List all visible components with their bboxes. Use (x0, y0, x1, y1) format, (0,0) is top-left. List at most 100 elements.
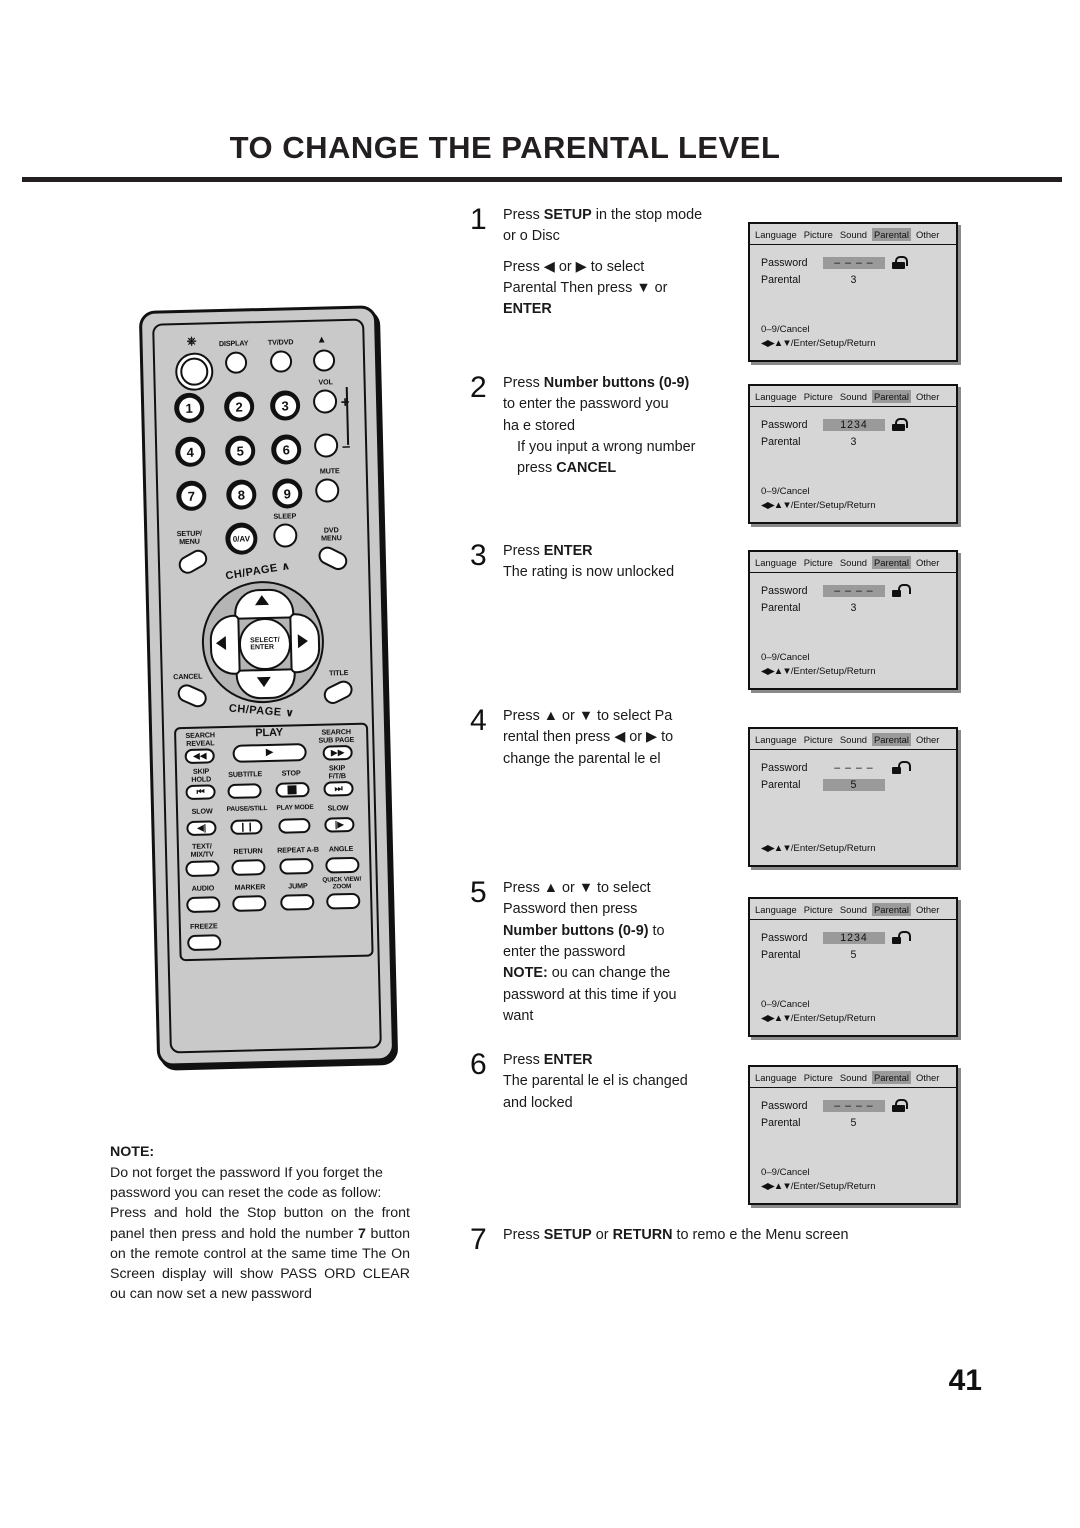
osd-tab-sound[interactable]: Sound (838, 556, 869, 569)
osd-tab-parental[interactable]: Parental (872, 902, 911, 916)
dvd-menu-button[interactable] (315, 543, 351, 574)
number-button-3[interactable]: 3 (269, 390, 301, 421)
slow-forward-icon: |▶ (334, 819, 345, 830)
repeat-ab-button[interactable] (279, 857, 314, 875)
osd-parental-value[interactable]: 3 (823, 602, 885, 614)
freeze-button[interactable] (187, 934, 222, 952)
zero-av-button[interactable]: 0/AV (225, 522, 258, 555)
osd-parental-row[interactable]: Parental 3 (761, 271, 956, 288)
nav-down-icon (256, 676, 272, 688)
osd-tab-language[interactable]: Language (753, 1071, 799, 1084)
nav-right-icon (297, 633, 309, 649)
osd-parental-value[interactable]: 3 (823, 274, 885, 286)
osd-password-row[interactable]: Password 1234 (761, 929, 956, 946)
power-button[interactable] (174, 352, 214, 392)
osd-parental-row[interactable]: Parental 5 (761, 1114, 956, 1131)
number-button-7[interactable]: 7 (175, 480, 207, 512)
osd-password-row[interactable]: Password – – – – (761, 1097, 956, 1114)
volume-up-button[interactable] (312, 389, 338, 414)
osd-hint-number-cancel: 0–9/Cancel (761, 652, 810, 664)
osd-tab-sound[interactable]: Sound (838, 228, 869, 241)
manual-page: TO CHANGE THE PARENTAL LEVEL ⎈ DISPLAY T… (0, 0, 1080, 1528)
number-button-1[interactable]: 1 (173, 392, 205, 424)
audio-button[interactable] (186, 896, 221, 914)
osd-tab-other[interactable]: Other (914, 390, 941, 403)
osd-tab-other[interactable]: Other (914, 556, 941, 569)
osd-parental-value[interactable]: 5 (823, 1117, 885, 1129)
mute-button[interactable] (314, 478, 340, 503)
osd-tab-other[interactable]: Other (914, 1071, 941, 1084)
osd-password-value[interactable]: 1234 (823, 931, 885, 944)
osd-tab-parental[interactable]: Parental (872, 389, 911, 403)
osd-tab-sound[interactable]: Sound (838, 903, 869, 916)
osd-tab-parental[interactable]: Parental (872, 227, 911, 241)
osd-parental-value[interactable]: 5 (823, 778, 885, 791)
text-mix-tv-button[interactable] (185, 860, 220, 878)
osd-parental-row[interactable]: Parental 3 (761, 599, 956, 616)
osd-tab-strip: Language Picture Sound Parental Other (750, 729, 956, 750)
osd-password-row[interactable]: Password – – – – (761, 254, 956, 271)
play-mode-button[interactable] (278, 817, 311, 834)
osd-tab-picture[interactable]: Picture (802, 733, 835, 746)
osd-password-value[interactable]: 1234 (823, 418, 885, 431)
osd-parental-value[interactable]: 5 (823, 949, 885, 961)
display-button[interactable] (224, 351, 248, 374)
play-mode-label: PLAY MODE (276, 803, 314, 812)
osd-tab-other[interactable]: Other (914, 228, 941, 241)
number-button-9[interactable]: 9 (271, 478, 303, 509)
osd-tab-parental[interactable]: Parental (872, 732, 911, 746)
osd-tab-sound[interactable]: Sound (838, 1071, 869, 1084)
number-button-6[interactable]: 6 (270, 434, 302, 465)
osd-tab-language[interactable]: Language (753, 228, 799, 241)
osd-parental-row[interactable]: Parental 3 (761, 433, 956, 450)
osd-tab-language[interactable]: Language (753, 390, 799, 403)
volume-down-button[interactable] (313, 433, 339, 458)
osd-tab-other[interactable]: Other (914, 733, 941, 746)
sleep-button[interactable] (273, 523, 298, 548)
osd-tab-picture[interactable]: Picture (802, 903, 835, 916)
osd-password-value[interactable]: – – – – (823, 256, 885, 269)
osd-tab-picture[interactable]: Picture (802, 390, 835, 403)
osd-tab-parental[interactable]: Parental (872, 555, 911, 569)
navigation-pad[interactable]: SELECT/ ENTER (200, 579, 326, 705)
osd-tab-picture[interactable]: Picture (802, 556, 835, 569)
step-1-number: 1 (470, 203, 487, 236)
osd-tab-sound[interactable]: Sound (838, 390, 869, 403)
osd-password-row[interactable]: Password – – – – (761, 582, 956, 599)
osd-password-value[interactable]: – – – – (823, 584, 885, 597)
number-button-8[interactable]: 8 (225, 479, 257, 510)
osd-parental-row[interactable]: Parental 5 (761, 776, 956, 793)
osd-hint-footer: 0–9/Cancel ◀▶▲▼/Enter/Setup/Return (761, 323, 876, 351)
osd-parental-row[interactable]: Parental 5 (761, 946, 956, 963)
return-button[interactable] (231, 859, 266, 876)
setup-menu-button[interactable] (175, 546, 211, 577)
jump-button[interactable] (280, 893, 315, 911)
osd-hint-arrow-icons: ◀▶▲▼ (761, 666, 792, 678)
number-button-5[interactable]: 5 (224, 435, 256, 466)
osd-password-row[interactable]: Password – – – – (761, 759, 956, 776)
osd-password-value[interactable]: – – – – (823, 1099, 885, 1112)
osd-tab-parental[interactable]: Parental (872, 1070, 911, 1084)
marker-button[interactable] (232, 895, 267, 912)
skip-forward-icon: ⏭ (334, 783, 343, 794)
tv-dvd-button[interactable] (269, 350, 293, 373)
osd-tab-other[interactable]: Other (914, 903, 941, 916)
osd-tab-picture[interactable]: Picture (802, 228, 835, 241)
number-button-2[interactable]: 2 (223, 391, 255, 422)
subtitle-button[interactable] (227, 783, 262, 799)
osd-rows: Password – – – – Parental 5 (750, 1088, 956, 1131)
osd-password-value[interactable]: – – – – (823, 762, 885, 774)
number-button-4[interactable]: 4 (174, 436, 206, 468)
eject-button[interactable] (312, 349, 336, 372)
step-7-d: RETURN (612, 1227, 673, 1243)
title-button[interactable] (320, 677, 356, 707)
osd-tab-sound[interactable]: Sound (838, 733, 869, 746)
angle-button[interactable] (325, 856, 360, 874)
quick-view-zoom-button[interactable] (326, 892, 361, 910)
osd-tab-picture[interactable]: Picture (802, 1071, 835, 1084)
osd-tab-language[interactable]: Language (753, 556, 799, 569)
osd-parental-value[interactable]: 3 (823, 436, 885, 448)
osd-tab-language[interactable]: Language (753, 733, 799, 746)
osd-tab-language[interactable]: Language (753, 903, 799, 916)
osd-password-row[interactable]: Password 1234 (761, 416, 956, 433)
